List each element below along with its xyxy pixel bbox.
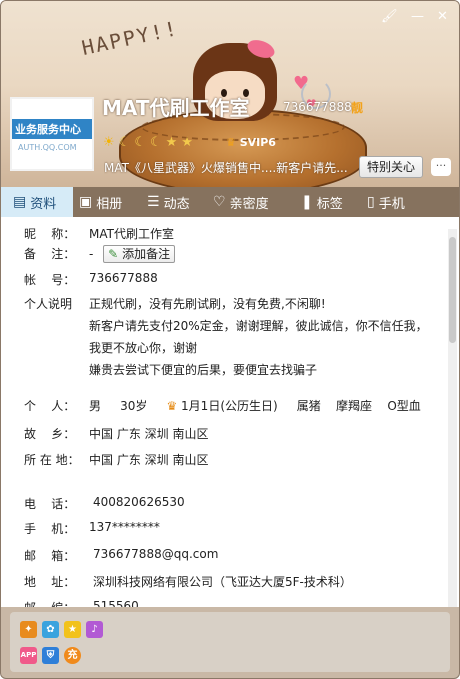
chat-bubble-icon[interactable]: ···: [431, 158, 451, 176]
crown-icon: ♛: [226, 136, 236, 149]
moon-icon: ☾: [134, 135, 146, 150]
intro-line: 我更不放心你，谢谢: [89, 341, 198, 355]
tab-album[interactable]: ▣ 相册: [73, 187, 141, 217]
age-value: 30岁: [120, 399, 148, 413]
blood-type-value: O型血: [387, 399, 421, 413]
card-icon: ▤: [13, 194, 27, 210]
level-icons[interactable]: ☀ ☾ ☾ ☾ ★ ★: [103, 135, 193, 150]
field-label: 帐 号：: [24, 273, 76, 287]
intro-text: 正规代刷，没有先刷试刷，没有免费,不闲聊! 新客户请先支付20%定金，谢谢理解，…: [89, 293, 439, 381]
phone-icon: ▯: [367, 194, 375, 210]
email-value[interactable]: 736677888@qq.com: [93, 547, 218, 561]
skin-icon[interactable]: 🖌: [381, 10, 398, 23]
field-label: 地 址：: [24, 575, 76, 589]
list-icon: ☰: [147, 194, 160, 210]
special-care-button[interactable]: 特别关心: [359, 156, 423, 178]
field-label: 个人说明: [24, 297, 73, 311]
security-icon[interactable]: ⛨: [42, 647, 59, 664]
bookmark-icon: ❚: [301, 194, 313, 210]
constellation-value: 摩羯座: [336, 399, 373, 413]
avatar[interactable]: 业务服务中心 AUTH.QQ.COM: [10, 97, 94, 171]
happy-text: HAPPY!!: [79, 16, 181, 60]
service-icons-panel: ✦ ✿ ★ ♪ APP ⛨ 充: [10, 612, 450, 672]
heart-icon: ♡: [213, 194, 226, 210]
zip-value: 515560: [93, 599, 139, 607]
cover-image: HAPPY!! ♥ ♥ 🖌 — ✕ 业务服务中心 AUTH.QQ.COM MAT…: [1, 1, 459, 187]
sun-icon: ☀: [103, 135, 115, 150]
field-label: 昵 称：: [24, 227, 76, 241]
tab-tags[interactable]: ❚ 标签: [295, 187, 361, 217]
qq-number: 736677888: [283, 100, 352, 114]
intro-line: 新客户请先支付20%定金，谢谢理解，彼此诚信，你不信任我，: [89, 319, 428, 333]
app-icon[interactable]: APP: [20, 647, 37, 664]
tab-intimacy[interactable]: ♡ 亲密度: [207, 187, 295, 217]
minimize-icon[interactable]: —: [411, 10, 424, 23]
hometown-value: 中国 广东 深圳 南山区: [89, 427, 209, 441]
nickname-value: MAT代刷工作室: [89, 227, 174, 241]
moon-icon: ☾: [149, 135, 162, 150]
profile-window: HAPPY!! ♥ ♥ 🖌 — ✕ 业务服务中心 AUTH.QQ.COM MAT…: [0, 0, 460, 679]
star-icon: ★: [181, 135, 193, 150]
remark-value-wrap: - ✎ 添加备注: [89, 245, 176, 263]
qq-show-icon[interactable]: ✿: [42, 621, 59, 638]
address-value: 深圳科技网络有限公司（飞亚达大厦5F-技术科）: [93, 575, 352, 589]
add-remark-label: 添加备注: [122, 247, 171, 261]
cake-icon: ♛: [166, 399, 178, 413]
phone-value: 400820626530: [93, 495, 185, 509]
intro-line: 嫌贵去尝试下便宜的后果，要便宜去找骗子: [89, 363, 318, 377]
tab-phone[interactable]: ▯ 手机: [361, 187, 427, 217]
pencil-icon: ✎: [108, 247, 119, 261]
tab-label: 亲密度: [229, 196, 269, 212]
field-label: 个 人：: [24, 399, 76, 413]
svip-badge[interactable]: ♛ SVIP6: [226, 136, 276, 149]
field-label: 故 乡：: [24, 427, 76, 441]
zodiac-value: 属猪: [296, 399, 321, 413]
avatar-subtext: AUTH.QQ.COM: [18, 143, 77, 152]
account-value: 736677888: [89, 271, 158, 285]
tab-label: 相册: [96, 196, 123, 212]
tab-label: 资料: [30, 196, 57, 212]
intro-line: 正规代刷，没有先刷试刷，没有免费,不闲聊!: [89, 297, 326, 311]
tab-feed[interactable]: ☰ 动态: [141, 187, 207, 217]
tab-label: 手机: [378, 196, 405, 212]
birthday-value: 1月1日(公历生日): [181, 399, 278, 413]
field-label: 邮 编：: [24, 599, 75, 607]
game-icon[interactable]: ✦: [20, 621, 37, 638]
field-label: 手 机：: [24, 522, 76, 536]
scrollbar-thumb[interactable]: [449, 237, 456, 343]
photo-icon: ▣: [79, 194, 93, 210]
close-icon[interactable]: ✕: [437, 10, 448, 23]
qzone-icon[interactable]: ★: [64, 621, 81, 638]
personal-values: 男 30岁 ♛ 1月1日(公历生日) 属猪 摩羯座 O型血: [89, 397, 421, 414]
svip-label: SVIP6: [239, 136, 276, 149]
location-value: 中国 广东 深圳 南山区: [89, 453, 209, 467]
profile-details: 昵 称： MAT代刷工作室 备 注： - ✎ 添加备注 帐 号： 7366778…: [1, 217, 459, 607]
vip-recharge-icon[interactable]: 充: [64, 647, 81, 664]
star-icon: ★: [165, 135, 178, 150]
remark-value: -: [89, 247, 94, 261]
pretty-number-badge[interactable]: 靓: [351, 99, 363, 116]
avatar-text: 业务服务中心: [15, 123, 81, 136]
field-label: 备 注：: [24, 247, 76, 261]
tab-label: 动态: [163, 196, 190, 212]
add-remark-button[interactable]: ✎ 添加备注: [103, 245, 176, 263]
tab-profile[interactable]: ▤ 资料: [1, 187, 73, 217]
tab-bar: ▤ 资料 ▣ 相册 ☰ 动态 ♡ 亲密度 ❚ 标签 ▯ 手机: [1, 187, 459, 217]
field-label: 所 在 地：: [24, 453, 80, 467]
gender-value: 男: [89, 399, 102, 413]
music-icon[interactable]: ♪: [86, 621, 103, 638]
signature-text[interactable]: MAT《八星武器》火爆销售中....新客户请先...: [104, 159, 354, 176]
field-label: 电 话：: [24, 497, 76, 511]
profile-nickname: MAT代刷工作室: [102, 96, 250, 120]
tab-label: 标签: [316, 196, 343, 212]
field-label: 邮 箱：: [24, 549, 76, 563]
mobile-value: 137********: [89, 520, 160, 534]
moon-icon: ☾: [118, 135, 131, 150]
